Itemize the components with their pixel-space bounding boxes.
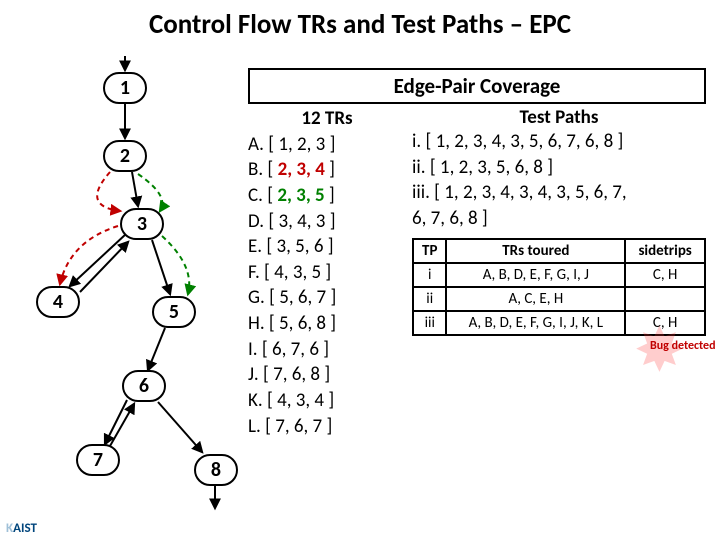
page-title: Control Flow TRs and Test Paths – EPC xyxy=(0,0,720,45)
test-path-item: 6, 7, 6, 8 ] xyxy=(412,206,706,232)
tr-item: D. [ 3, 4, 3 ] xyxy=(248,209,406,235)
test-paths-column: Test Paths i. [ 1, 2, 3, 4, 3, 5, 6, 7, … xyxy=(412,106,706,439)
th-toured: TRs toured xyxy=(446,239,625,263)
tr-item: C. [ 2, 3, 5 ] xyxy=(248,183,406,209)
th-tp: TP xyxy=(413,239,446,263)
test-path-item: iii. [ 1, 2, 3, 4, 3, 4, 3, 5, 6, 7, xyxy=(412,180,706,206)
table-row: i A, B, D, E, F, G, I, J C, H xyxy=(413,263,705,287)
tr-item: H. [ 5, 6, 8 ] xyxy=(248,311,406,337)
graph-node-6: 6 xyxy=(122,370,166,402)
graph-node-2: 2 xyxy=(103,140,147,172)
graph-panel: 1 2 3 4 5 6 7 8 xyxy=(10,56,260,516)
tr-item: K. [ 4, 3, 4 ] xyxy=(248,388,406,414)
tr-item: E. [ 3, 5, 6 ] xyxy=(248,234,406,260)
graph-node-3: 3 xyxy=(120,208,164,240)
kaist-logo: KAIST xyxy=(6,521,37,536)
tr-item: J. [ 7, 6, 8 ] xyxy=(248,362,406,388)
tr-item: F. [ 4, 3, 5 ] xyxy=(248,260,406,286)
tr-item: I. [ 6, 7, 6 ] xyxy=(248,337,406,363)
tr-item: A. [ 1, 2, 3 ] xyxy=(248,132,406,158)
test-path-item: ii. [ 1, 2, 3, 5, 6, 8 ] xyxy=(412,155,706,181)
graph-node-5: 5 xyxy=(152,296,196,328)
epc-heading: Edge-Pair Coverage xyxy=(248,68,706,104)
graph-node-4: 4 xyxy=(36,286,80,318)
test-paths-header: Test Paths xyxy=(412,106,706,129)
graph-node-1: 1 xyxy=(103,72,147,104)
trs-column: 12 TRs A. [ 1, 2, 3 ] B. [ 2, 3, 4 ] C. … xyxy=(248,106,406,439)
graph-node-7: 7 xyxy=(76,444,120,476)
tr-item: B. [ 2, 3, 4 ] xyxy=(248,157,406,183)
th-sidetrips: sidetrips xyxy=(625,239,705,263)
trs-header: 12 TRs xyxy=(248,106,406,132)
tr-item: G. [ 5, 6, 7 ] xyxy=(248,285,406,311)
tr-item: L. [ 7, 6, 7 ] xyxy=(248,414,406,440)
test-path-item: i. [ 1, 2, 3, 4, 3, 5, 6, 7, 6, 8 ] xyxy=(412,129,706,155)
graph-node-8: 8 xyxy=(194,454,238,486)
bug-detected-star: ✸ Bug detected xyxy=(650,340,716,353)
table-row: ii A, C, E, H xyxy=(413,287,705,311)
